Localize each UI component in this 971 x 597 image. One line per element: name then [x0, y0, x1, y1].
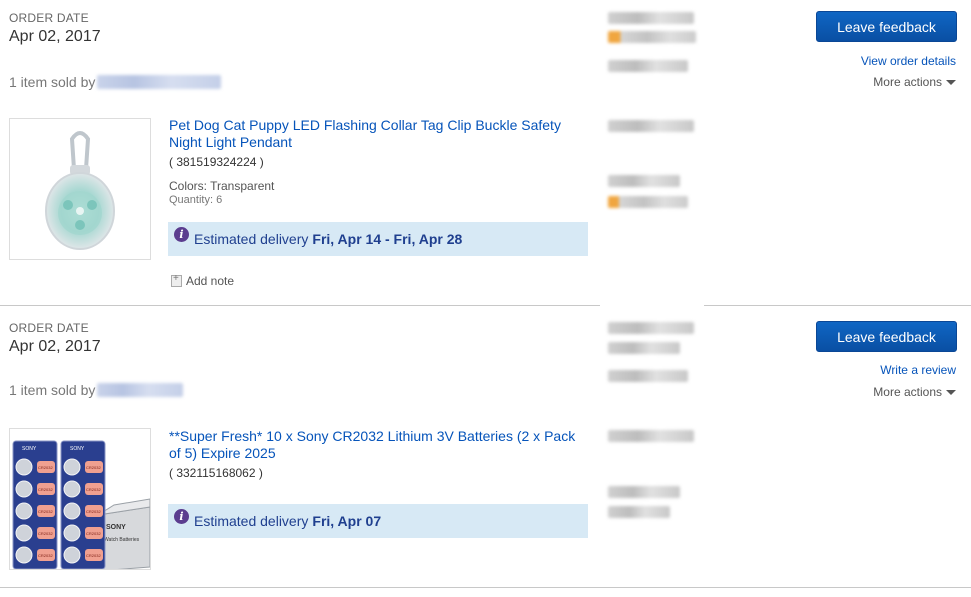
led-pendant-image: [45, 131, 115, 250]
eta-label: Estimated delivery: [194, 231, 309, 247]
item-colors: Colors: Transparent: [169, 179, 275, 193]
more-actions-label: More actions: [873, 75, 942, 89]
item-number: ( 332115168062 ): [169, 466, 263, 480]
redacted-text: [608, 430, 694, 442]
redacted-text: [608, 370, 688, 382]
order-date-label: ORDER DATE: [9, 321, 89, 335]
view-order-details-link[interactable]: View order details: [861, 54, 956, 68]
redacted-text: [608, 342, 680, 354]
sold-by-label: 1 item sold by: [9, 74, 96, 90]
divider-gap: [600, 300, 704, 308]
redacted-text: [608, 31, 696, 43]
order-card-2: ORDER DATE Apr 02, 2017 1 item sold by S…: [0, 310, 971, 588]
estimated-delivery: i Estimated delivery Fri, Apr 14 - Fri, …: [168, 222, 588, 256]
item-thumbnail[interactable]: SONY Watch Batteries SONY SONY CR2032 CR2…: [9, 428, 151, 570]
seller-name-redacted[interactable]: [97, 75, 222, 89]
redacted-text: [608, 12, 694, 24]
more-actions-menu[interactable]: More actions: [873, 75, 956, 89]
order-date: Apr 02, 2017: [9, 28, 101, 45]
item-title-link[interactable]: Pet Dog Cat Puppy LED Flashing Collar Ta…: [169, 117, 589, 151]
redacted-text: [608, 120, 694, 132]
order-card-1: ORDER DATE Apr 02, 2017 1 item sold by P…: [0, 0, 971, 306]
leave-feedback-button[interactable]: Leave feedback: [816, 11, 957, 42]
info-icon: i: [174, 227, 189, 242]
more-actions-menu[interactable]: More actions: [873, 385, 956, 399]
eta-dates: Fri, Apr 14 - Fri, Apr 28: [312, 231, 463, 247]
item-title-link[interactable]: **Super Fresh* 10 x Sony CR2032 Lithium …: [169, 428, 589, 462]
redacted-text: [608, 322, 694, 334]
redacted-text: [608, 196, 688, 208]
item-thumbnail[interactable]: [9, 118, 151, 260]
info-icon: i: [174, 509, 189, 524]
battery-cell: [15, 480, 33, 498]
item-number: ( 381519324224 ): [169, 155, 264, 169]
battery-cell-text: CR2032: [38, 465, 53, 470]
battery-pack-image: SONY Watch Batteries SONY SONY CR2032 CR2…: [12, 440, 150, 569]
caret-down-icon: [946, 389, 956, 395]
item-quantity: Quantity: 6: [169, 194, 223, 206]
seller-name-redacted[interactable]: [97, 383, 184, 397]
order-date-label: ORDER DATE: [9, 11, 89, 25]
battery-cell-text: CR2032: [38, 531, 53, 536]
note-icon: [171, 273, 182, 287]
leave-feedback-button[interactable]: Leave feedback: [816, 321, 957, 352]
battery-cell: [15, 458, 33, 476]
eta-label: Estimated delivery: [194, 513, 309, 529]
redacted-text: [608, 506, 670, 518]
redacted-text: [608, 486, 680, 498]
battery-cell: [63, 502, 81, 520]
battery-cell: [15, 524, 33, 542]
battery-cell-text: CR2032: [86, 487, 101, 492]
caret-down-icon: [946, 79, 956, 85]
redacted-text: [608, 175, 680, 187]
card-brand-text: SONY: [22, 446, 37, 452]
write-review-link[interactable]: Write a review: [880, 363, 956, 377]
battery-cell: [63, 524, 81, 542]
card-brand-text: SONY: [70, 446, 85, 452]
sold-by: 1 item sold by: [9, 382, 184, 398]
eta-dates: Fri, Apr 07: [312, 513, 382, 529]
sold-by: 1 item sold by: [9, 74, 222, 90]
battery-cell-text: CR2032: [86, 465, 101, 470]
estimated-delivery: i Estimated delivery Fri, Apr 07: [168, 504, 588, 538]
battery-cell: [63, 458, 81, 476]
more-actions-label: More actions: [873, 385, 942, 399]
add-note-label: Add note: [186, 274, 235, 288]
box-label-text: Watch Batteries: [104, 537, 140, 543]
battery-cell: [63, 546, 81, 564]
battery-cell: [15, 502, 33, 520]
box-brand-text: SONY: [106, 524, 126, 531]
add-note-button[interactable]: Add note: [171, 273, 235, 288]
sold-by-label: 1 item sold by: [9, 382, 96, 398]
redacted-text: [608, 60, 688, 72]
battery-cell-text: CR2032: [38, 553, 53, 558]
battery-cell-text: CR2032: [38, 509, 53, 514]
battery-cell-text: CR2032: [86, 553, 101, 558]
battery-cell-text: CR2032: [86, 509, 101, 514]
order-date: Apr 02, 2017: [9, 338, 101, 355]
battery-cell-text: CR2032: [86, 531, 101, 536]
battery-cell: [63, 480, 81, 498]
battery-cell-text: CR2032: [38, 487, 53, 492]
battery-cell: [15, 546, 33, 564]
